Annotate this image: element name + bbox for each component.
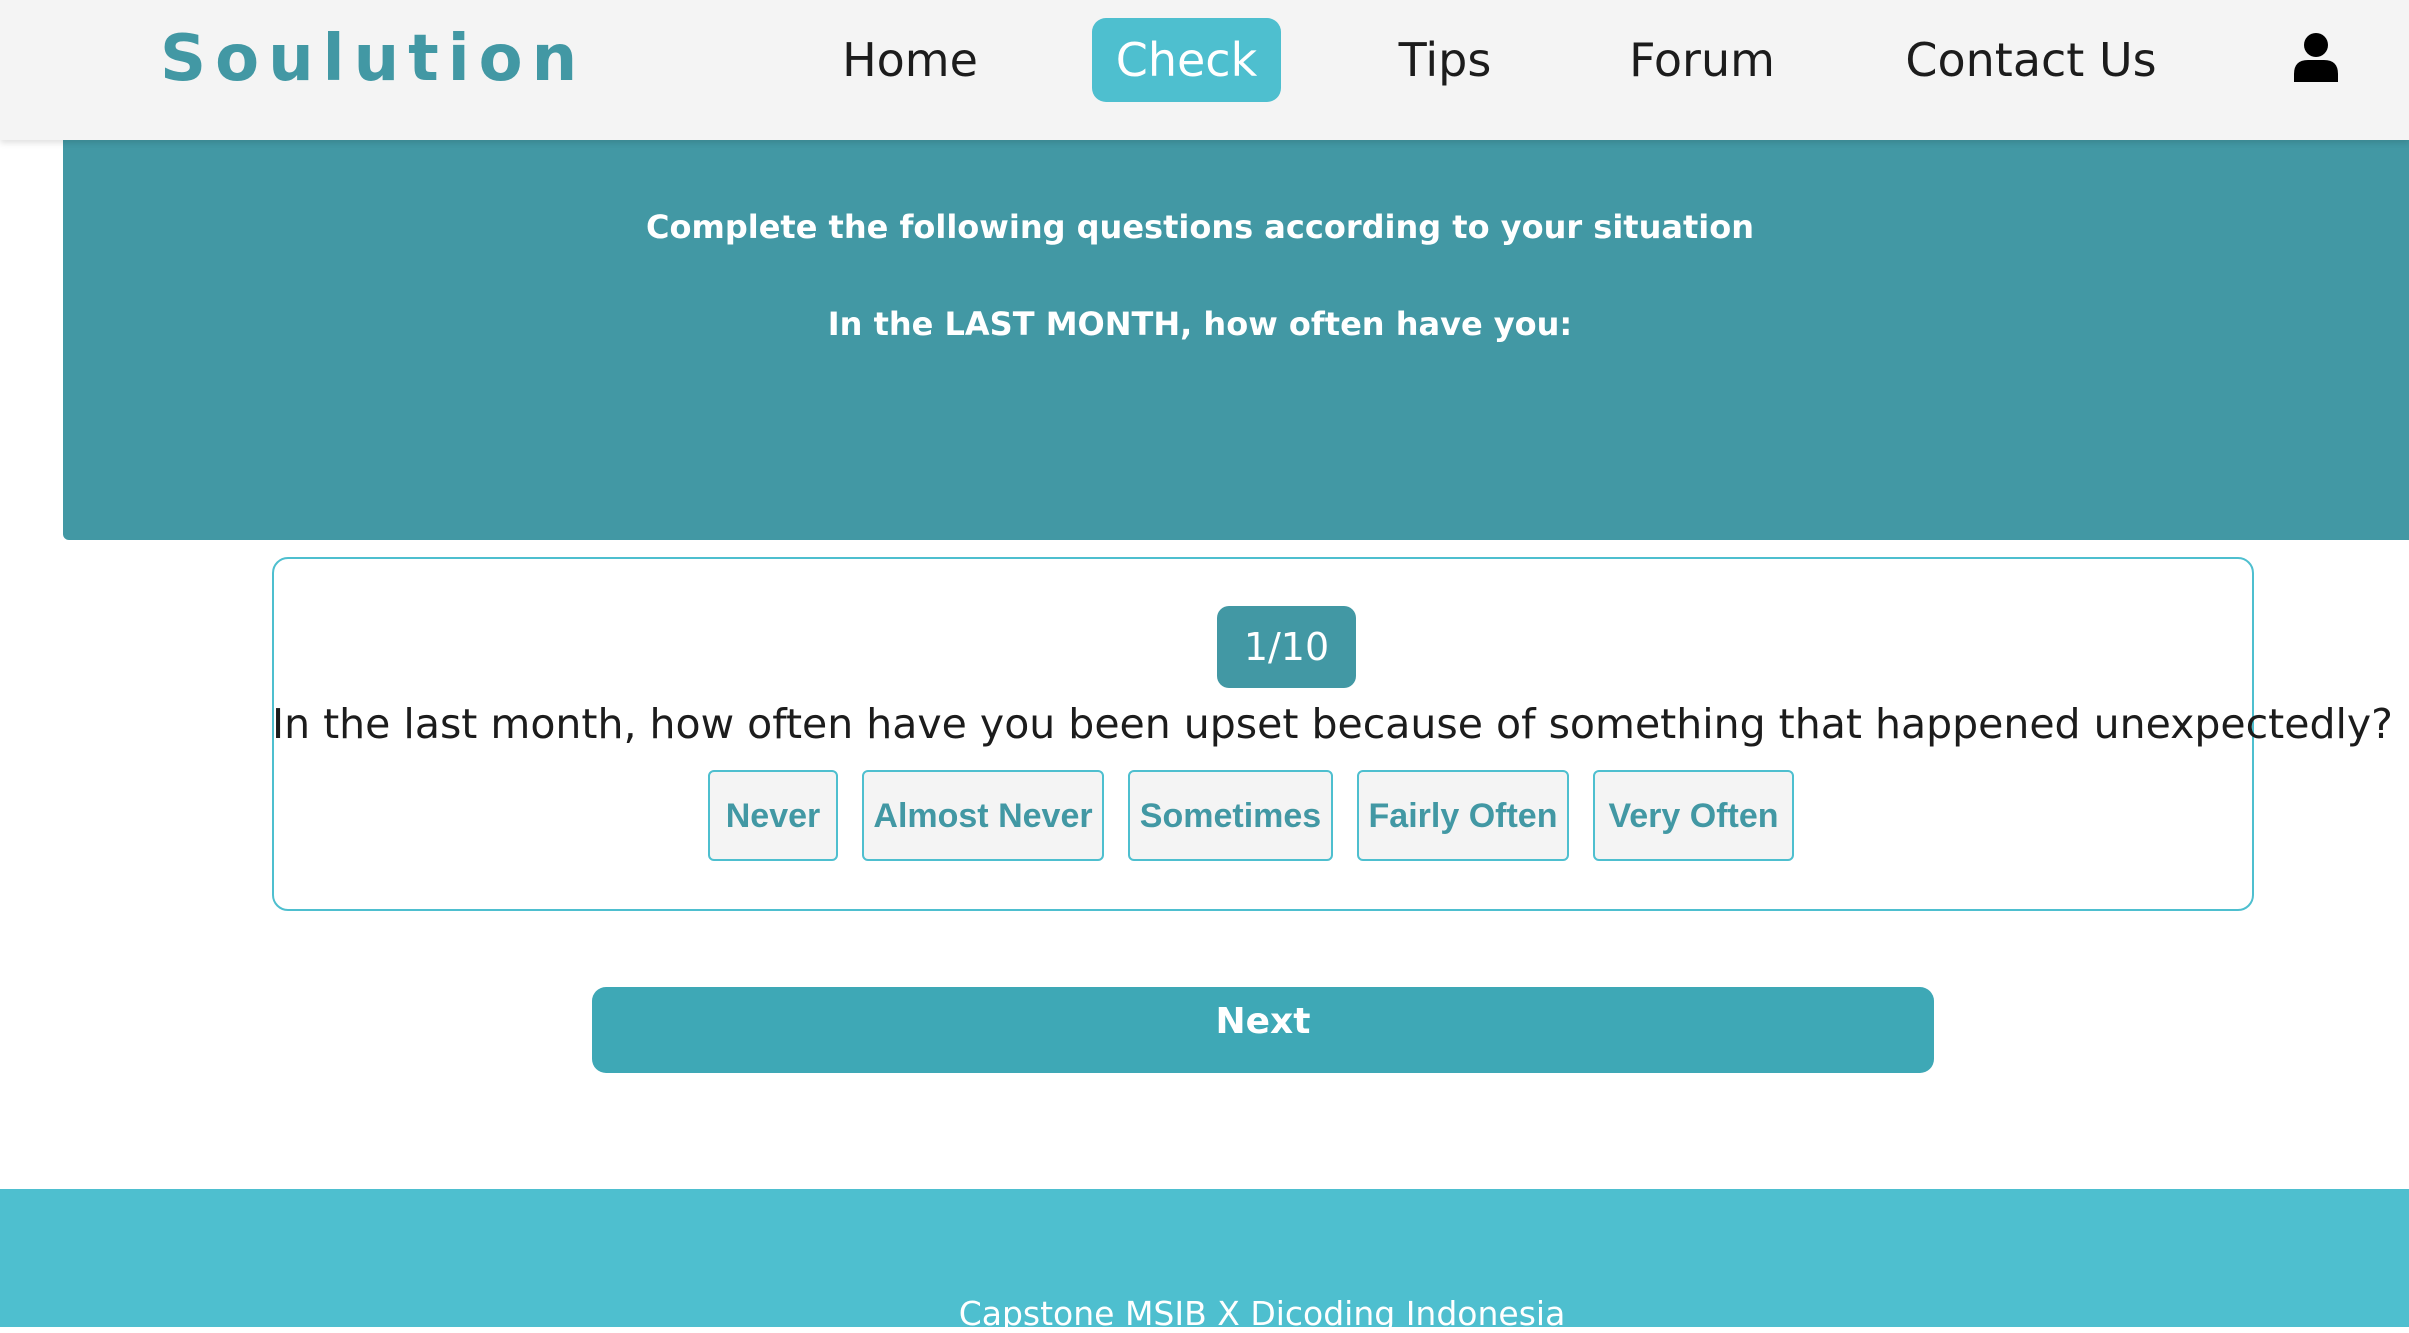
nav-home[interactable]: Home <box>830 18 990 102</box>
nav-contact-us[interactable]: Contact Us <box>1900 18 2162 102</box>
next-button[interactable]: Next <box>592 987 1934 1073</box>
question-counter-badge: 1/10 <box>1217 606 1356 688</box>
nav-tips[interactable]: Tips <box>1385 18 1505 102</box>
option-never[interactable]: Never <box>708 770 838 861</box>
option-fairly-often[interactable]: Fairly Often <box>1357 770 1569 861</box>
nav-forum[interactable]: Forum <box>1618 18 1786 102</box>
footer: Capstone MSIB X Dicoding Indonesia <box>0 1189 2409 1333</box>
banner-subtitle: In the LAST MONTH, how often have you: <box>827 305 1573 343</box>
option-almost-never[interactable]: Almost Never <box>862 770 1104 861</box>
option-very-often[interactable]: Very Often <box>1593 770 1794 861</box>
option-sometimes[interactable]: Sometimes <box>1128 770 1333 861</box>
navbar: Soulution Home Check Tips Forum Contact … <box>0 0 2409 140</box>
question-text: In the last month, how often have you be… <box>272 700 2393 748</box>
brand-logo[interactable]: Soulution <box>160 22 586 96</box>
banner-instruction: Complete the following questions accordi… <box>646 208 1754 246</box>
footer-text: Capstone MSIB X Dicoding Indonesia <box>958 1294 1566 1333</box>
user-icon[interactable] <box>2292 32 2340 82</box>
nav-check[interactable]: Check <box>1092 18 1281 102</box>
